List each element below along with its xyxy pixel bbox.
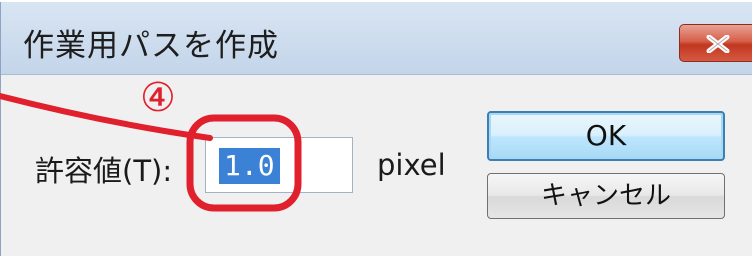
title-bar[interactable]: 作業用パスを作成 [1,2,752,75]
dialog-title: 作業用パスを作成 [23,28,279,64]
make-work-path-dialog: 作業用パスを作成 許容値(T): 1.0 pixel OK キャンセル [0,2,752,256]
unit-label: pixel [377,148,446,182]
cancel-button[interactable]: キャンセル [487,173,725,219]
close-button[interactable] [679,24,752,62]
tolerance-input[interactable]: 1.0 [205,137,353,193]
ok-button[interactable]: OK [487,111,725,161]
dialog-content: 許容値(T): 1.0 pixel OK キャンセル [1,75,752,256]
step-marker: ④ [140,75,176,121]
tolerance-value: 1.0 [219,148,280,184]
screenshot-stage: 作業用パスを作成 許容値(T): 1.0 pixel OK キャンセル ④ [0,0,752,256]
close-icon [706,35,730,53]
tolerance-label: 許容値(T): [35,154,173,188]
